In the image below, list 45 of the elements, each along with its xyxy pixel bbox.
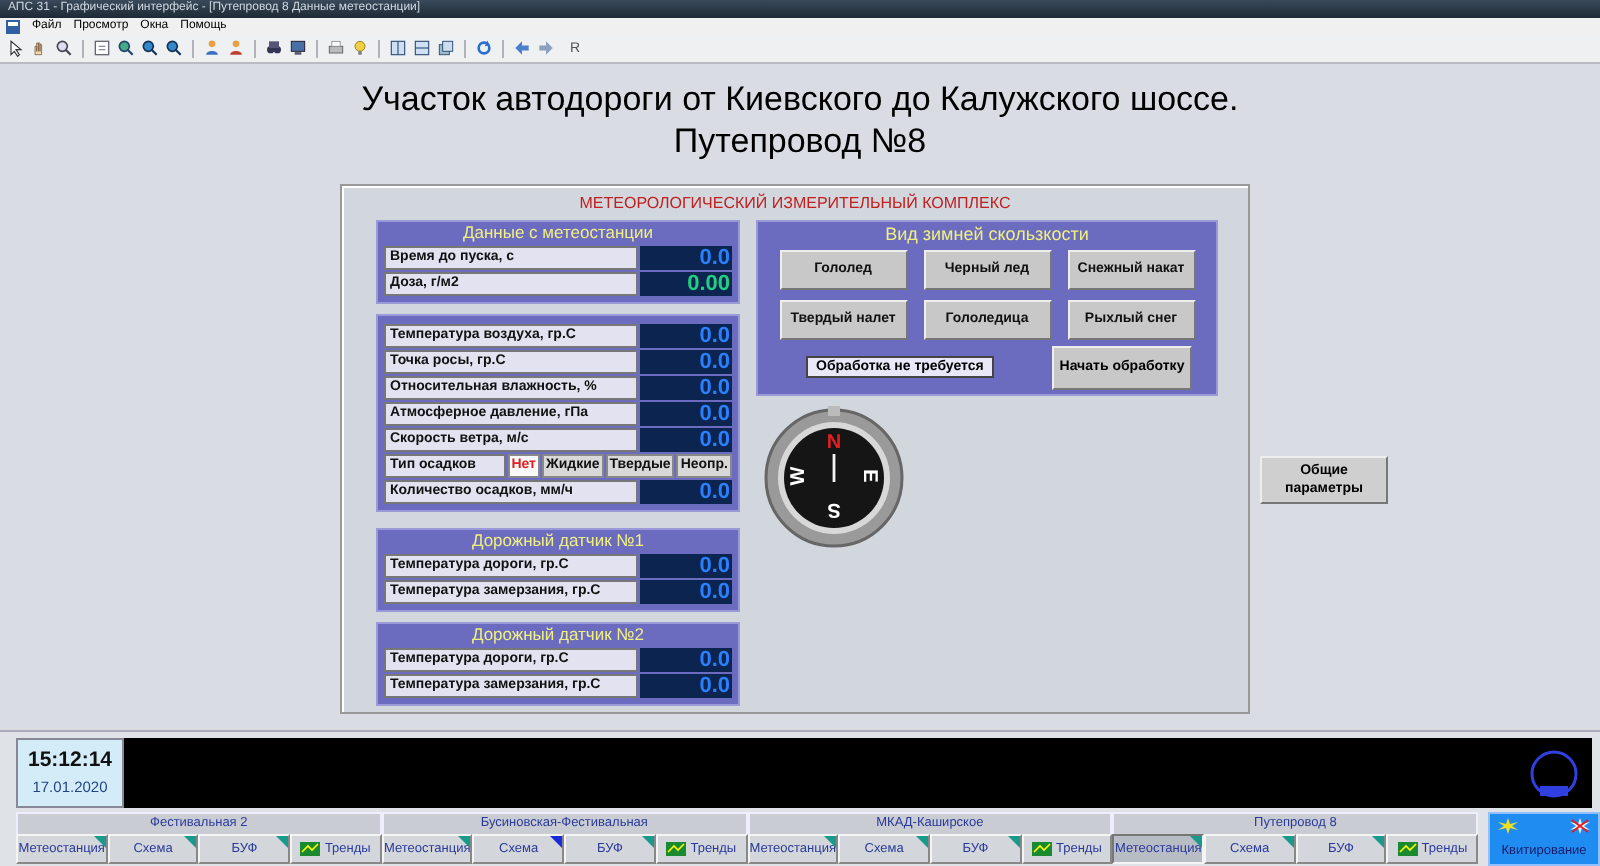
chart-icon <box>300 841 321 856</box>
alarm-off-icon <box>1570 817 1590 834</box>
person-icon[interactable] <box>226 38 246 59</box>
binoculars-icon[interactable] <box>264 38 284 59</box>
columns-icon[interactable] <box>388 38 408 59</box>
value-display: 0.0 <box>640 245 732 270</box>
value-display: 0.00 <box>640 271 732 296</box>
search-icon[interactable] <box>54 38 74 59</box>
group-title: Вид зимней скользкости <box>885 221 1089 246</box>
rows-icon[interactable] <box>412 38 432 59</box>
page-icon[interactable] <box>92 38 112 59</box>
zoom-fit-icon[interactable] <box>116 38 136 59</box>
group-title: Дорожный датчик №1 <box>469 529 647 552</box>
pointer-icon[interactable] <box>6 38 26 59</box>
compass-drawing: N E S W <box>762 403 906 548</box>
refresh-icon[interactable] <box>474 38 494 59</box>
group-title: Данные с метеостанции <box>460 221 656 244</box>
value-display: 0.0 <box>640 673 732 698</box>
person-icon[interactable] <box>202 38 222 59</box>
value-display: 0.0 <box>640 427 732 452</box>
chart-icon <box>666 841 687 856</box>
group-title: Дорожный датчик №2 <box>469 623 647 646</box>
value-display: 0.0 <box>640 375 732 400</box>
layers-icon[interactable] <box>436 38 456 59</box>
value-display: 0.0 <box>640 479 732 504</box>
value-display: 0.0 <box>640 579 732 604</box>
clock-time: 15:12:14 <box>27 748 113 773</box>
value-display: 0.0 <box>640 553 732 578</box>
monitor-icon[interactable] <box>288 38 308 59</box>
alarm-icon <box>1498 817 1519 834</box>
value-display: 0.0 <box>640 401 732 426</box>
chart-icon <box>1397 841 1418 856</box>
bulb-icon[interactable] <box>350 38 370 59</box>
zoom-out-icon[interactable] <box>164 38 184 59</box>
panel-title: МЕТЕОРОЛОГИЧЕСКИЙ ИЗМЕРИТЕЛЬНЫЙ КОМПЛЕКС <box>577 193 1013 212</box>
printer-icon[interactable] <box>326 38 346 59</box>
gauge-icon <box>1528 747 1580 800</box>
chart-icon <box>1031 841 1052 856</box>
zoom-in-icon[interactable] <box>140 38 160 59</box>
value-display: 0.0 <box>640 647 732 672</box>
page-title: Участок автодороги от Киевского до Калужского шоссе. Путепровод №8 <box>361 77 1239 162</box>
app-icon[interactable] <box>6 20 20 34</box>
back-arrow-icon[interactable] <box>512 38 532 59</box>
value-display: 0.0 <box>640 323 732 348</box>
value-display: 0.0 <box>640 349 732 374</box>
